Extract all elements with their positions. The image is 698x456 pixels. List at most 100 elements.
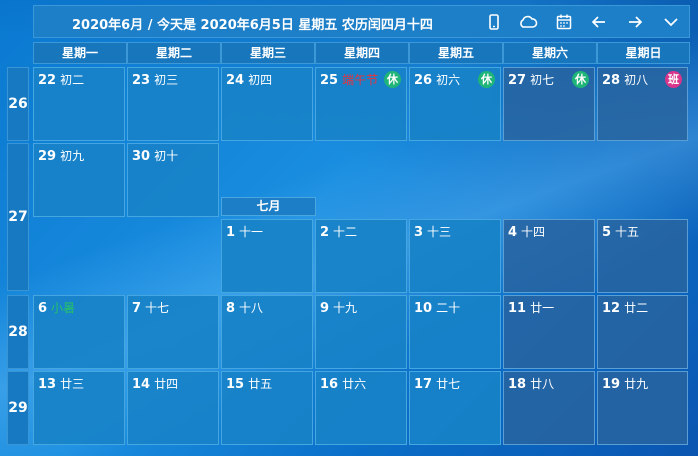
day-cell[interactable]: 6 小暑 [33,295,125,369]
day-cell[interactable]: 9 十九 [315,295,407,369]
weekday-header: 星期日 [597,42,690,64]
month-marker: 七月 [221,197,316,216]
weekday-header: 星期四 [315,42,409,64]
day-number: 2 十二 [320,225,358,240]
day-number: 4 十四 [508,225,546,240]
calendar-title: 2020年6月 / 今天是 2020年6月5日 星期五 农历闰四月十四 [72,18,433,33]
lunar-date: 十二 [333,225,358,239]
weekday-header: 星期六 [503,42,597,64]
day-cell[interactable]: 5 十五 [597,219,688,293]
day-cell[interactable]: 10 二十 [409,295,501,369]
day-number: 11 廿一 [508,301,555,316]
lunar-date: 廿二 [624,301,649,315]
lunar-date: 初八 [624,73,649,87]
day-number: 7 十七 [132,301,170,316]
lunar-date: 初十 [154,149,179,163]
day-cell[interactable]: 3 十三 [409,219,501,293]
week-number: 27 [7,143,29,291]
workday-badge: 班 [665,71,682,88]
day-cell[interactable]: 2 十二 [315,219,407,293]
lunar-date: 廿一 [530,301,555,315]
day-number: 29 初九 [38,149,85,164]
day-cell[interactable]: 28 初八 班 [597,67,688,141]
day-cell[interactable]: 7 十七 [127,295,219,369]
day-cell[interactable]: 15 廿五 [221,371,313,445]
lunar-date: 十四 [521,225,546,239]
lunar-date: 十九 [333,301,358,315]
day-number: 27 初七 [508,73,555,88]
day-cell[interactable]: 12 廿二 [597,295,688,369]
day-number: 30 初十 [132,149,179,164]
day-number: 14 廿四 [132,377,179,392]
day-cell[interactable]: 14 廿四 [127,371,219,445]
lunar-date: 端午节 [342,73,379,87]
phone-icon[interactable] [485,13,503,31]
day-cell[interactable]: 26 初六 休 [409,67,501,141]
lunar-date: 初四 [248,73,273,87]
cloud-icon[interactable] [518,13,538,31]
weekday-header: 星期一 [33,42,127,64]
calendar-toolbar: 2020年6月 / 今天是 2020年6月5日 星期五 农历闰四月十四 [33,5,690,38]
day-cell[interactable]: 17 廿七 [409,371,501,445]
calendar-icon[interactable] [555,13,573,31]
lunar-date: 十一 [239,225,264,239]
day-number: 18 廿八 [508,377,555,392]
day-cell[interactable]: 11 廿一 [503,295,595,369]
lunar-date: 初九 [60,149,85,163]
week-number: 29 [7,371,29,445]
week-number: 26 [7,67,29,141]
weekday-header: 星期二 [127,42,221,64]
day-cell[interactable]: 13 廿三 [33,371,125,445]
day-cell[interactable]: 23 初三 [127,67,219,141]
weekday-header: 星期五 [409,42,503,64]
day-number: 12 廿二 [602,301,649,316]
lunar-date: 初七 [530,73,555,87]
day-number: 16 廿六 [320,377,367,392]
day-cell[interactable]: 29 初九 [33,143,125,217]
lunar-date: 初二 [60,73,85,87]
day-number: 28 初八 [602,73,649,88]
lunar-date: 廿三 [60,377,85,391]
arrow-left-icon[interactable] [590,13,608,31]
day-cell[interactable]: 4 十四 [503,219,595,293]
day-number: 8 十八 [226,301,264,316]
lunar-date: 廿八 [530,377,555,391]
day-number: 15 廿五 [226,377,273,392]
lunar-date: 初六 [436,73,461,87]
lunar-date: 小暑 [51,301,76,315]
day-cell[interactable]: 8 十八 [221,295,313,369]
day-number: 5 十五 [602,225,640,240]
lunar-date: 廿五 [248,377,273,391]
day-cell[interactable]: 30 初十 [127,143,219,217]
day-number: 13 廿三 [38,377,85,392]
holiday-badge: 休 [384,71,401,88]
day-cell[interactable]: 1 十一 [221,219,313,293]
day-number: 23 初三 [132,73,179,88]
day-cell[interactable]: 22 初二 [33,67,125,141]
day-number: 22 初二 [38,73,85,88]
day-number: 24 初四 [226,73,273,88]
lunar-date: 十八 [239,301,264,315]
day-number: 26 初六 [414,73,461,88]
day-cell[interactable]: 19 廿九 [597,371,688,445]
day-number: 1 十一 [226,225,264,240]
weekday-header: 星期三 [221,42,315,64]
lunar-date: 十三 [427,225,452,239]
day-number: 17 廿七 [414,377,461,392]
day-cell[interactable]: 18 廿八 [503,371,595,445]
lunar-date: 初三 [154,73,179,87]
lunar-date: 十五 [615,225,640,239]
day-cell[interactable]: 16 廿六 [315,371,407,445]
day-number: 25 端午节 [320,73,379,88]
day-number: 9 十九 [320,301,358,316]
lunar-date: 廿九 [624,377,649,391]
arrow-right-icon[interactable] [626,13,644,31]
day-number: 3 十三 [414,225,452,240]
chevron-down-icon[interactable] [662,13,680,31]
day-cell[interactable]: 25 端午节休 [315,67,407,141]
day-number: 6 小暑 [38,301,76,316]
lunar-date: 廿四 [154,377,179,391]
day-cell[interactable]: 27 初七 休 [503,67,595,141]
lunar-date: 二十 [436,301,461,315]
day-cell[interactable]: 24 初四 [221,67,313,141]
